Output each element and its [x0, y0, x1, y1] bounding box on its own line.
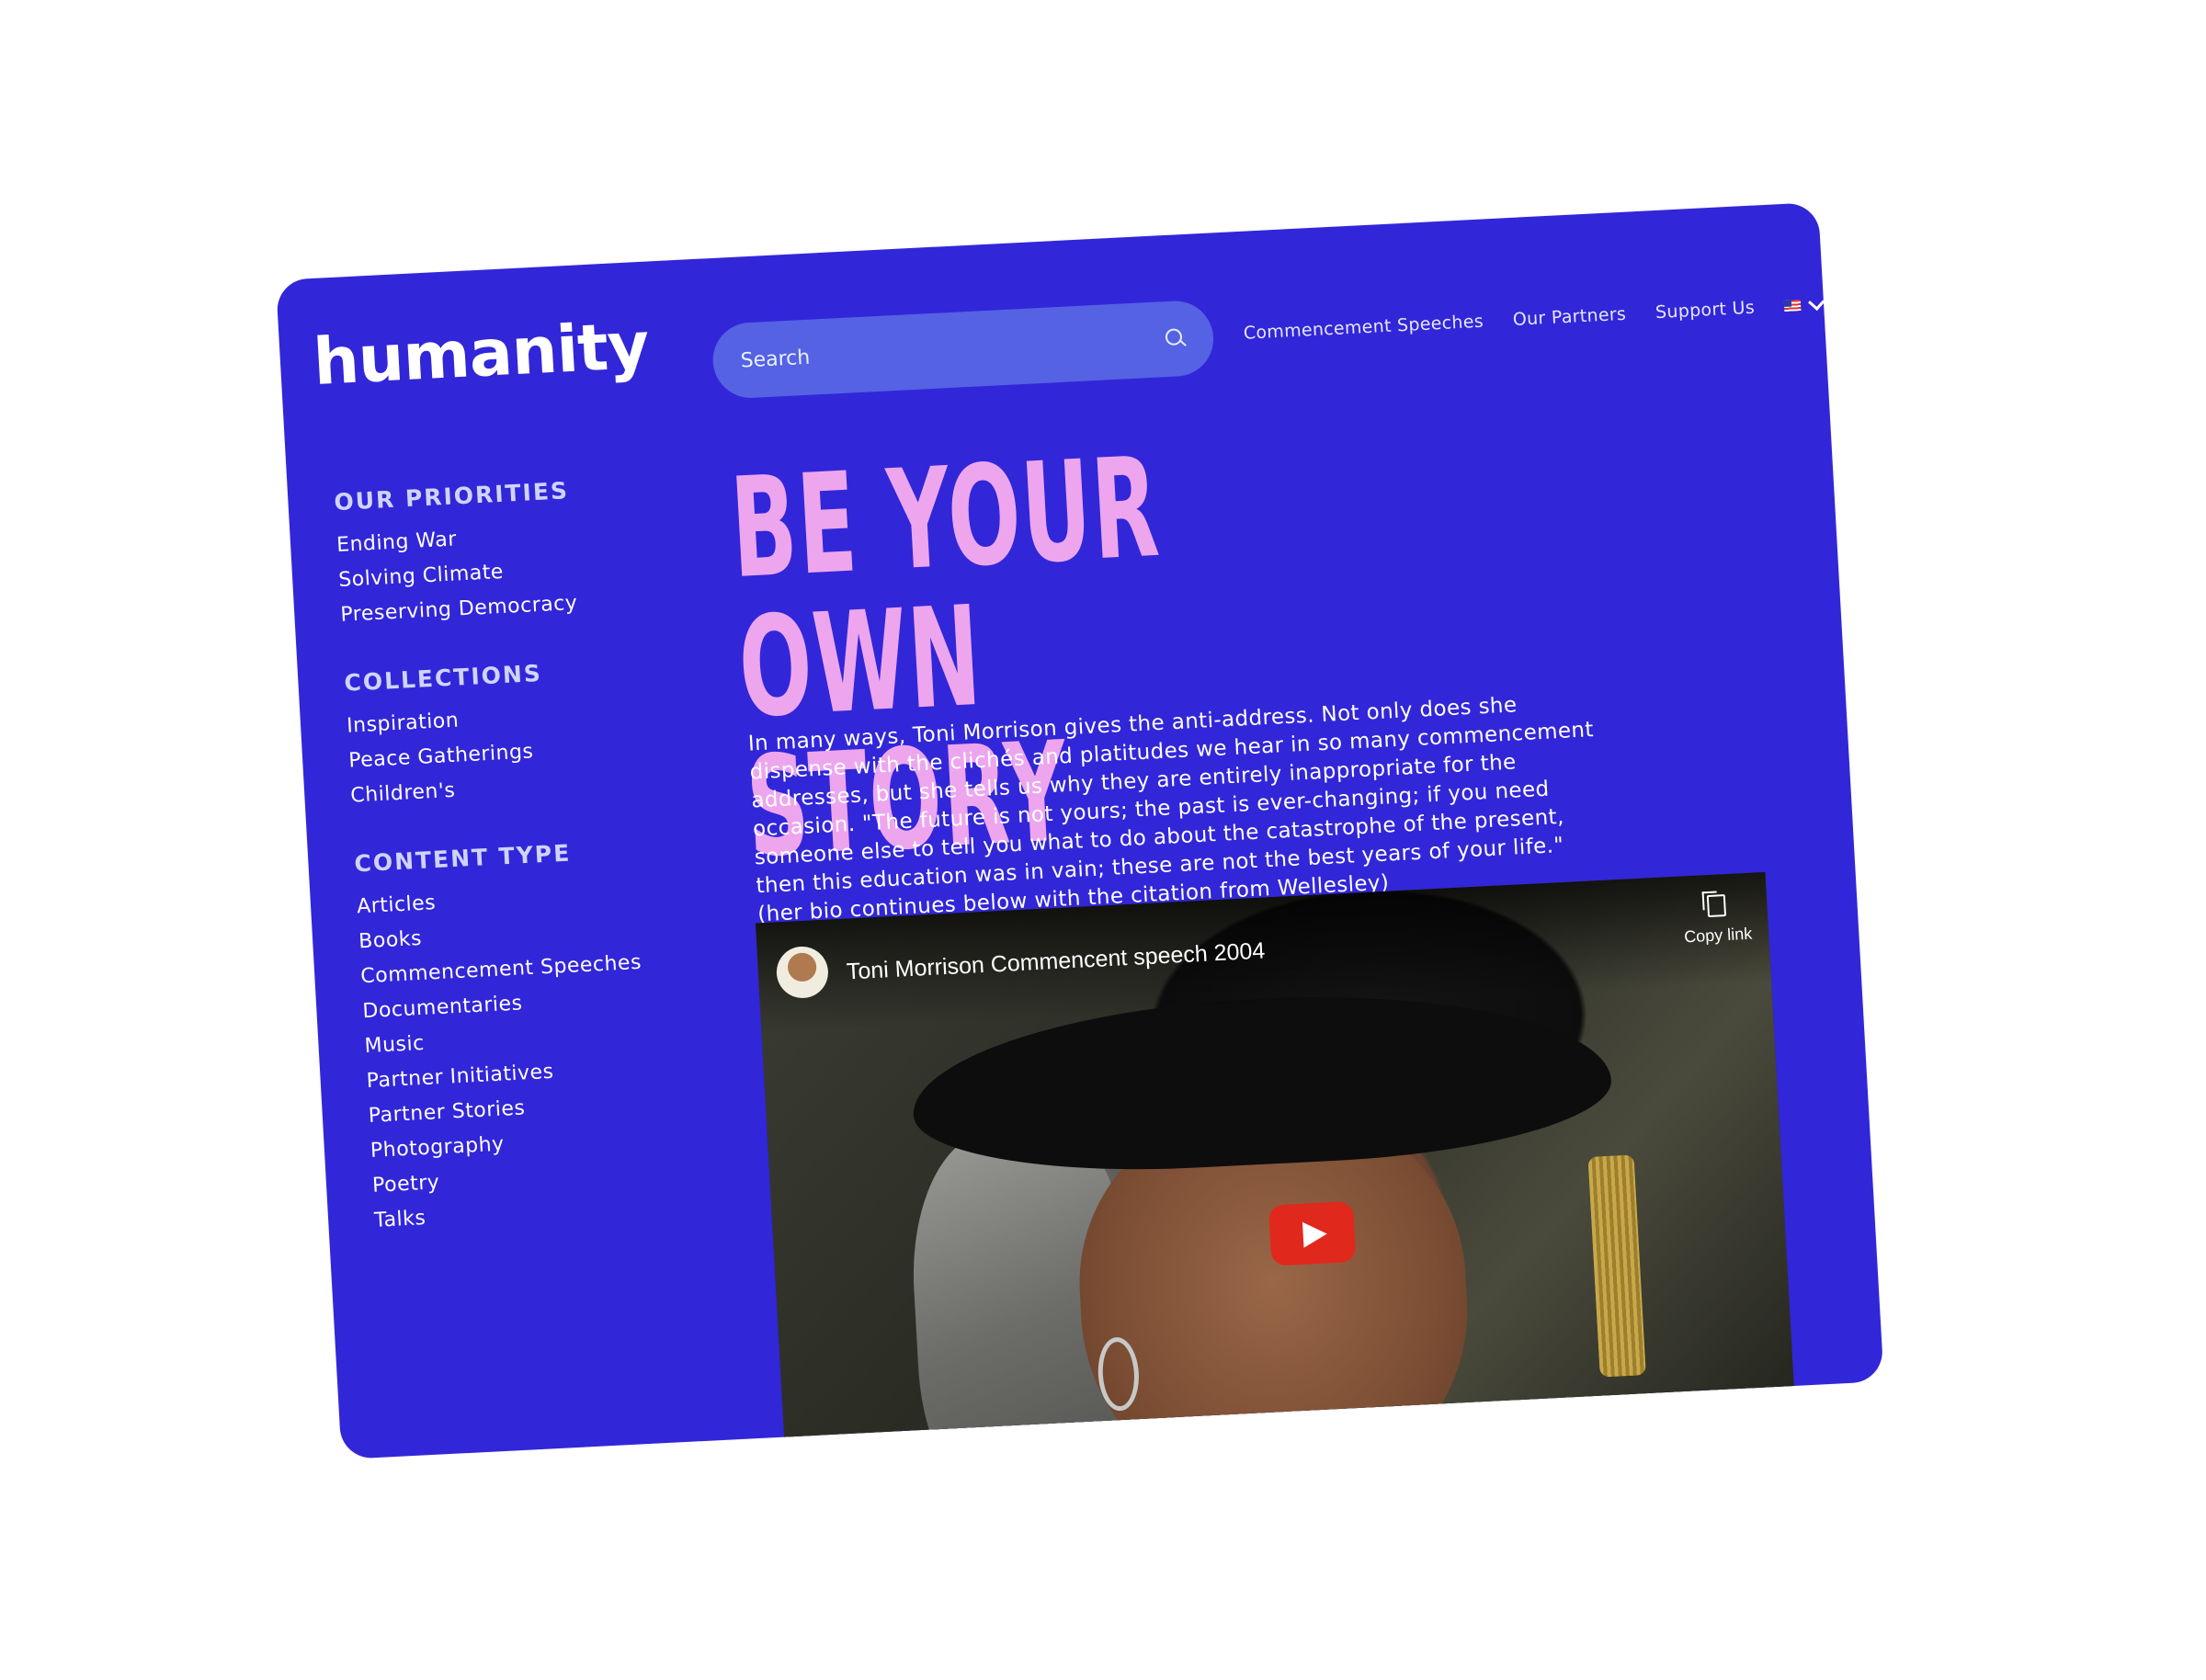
- nav-commencement-speeches[interactable]: Commencement Speeches: [1243, 312, 1484, 344]
- nav-our-partners[interactable]: Our Partners: [1512, 304, 1626, 330]
- copy-link-label: Copy link: [1683, 924, 1753, 947]
- play-icon: [1302, 1220, 1328, 1248]
- section-title-content-type: CONTENT TYPE: [353, 839, 572, 878]
- video-embed[interactable]: Toni Morrison Commencent speech 2004 Cop…: [755, 871, 1799, 1459]
- search-icon[interactable]: [1163, 326, 1188, 351]
- language-selector[interactable]: [1783, 293, 1825, 312]
- section-title-our-priorities: OUR PRIORITIES: [333, 477, 570, 516]
- priorities-list: Ending War Solving Climate Preserving De…: [335, 512, 672, 633]
- search-bar[interactable]: [711, 299, 1216, 400]
- chevron-down-icon: [1807, 293, 1825, 311]
- play-button[interactable]: [1268, 1200, 1357, 1266]
- search-input[interactable]: [711, 326, 1165, 375]
- content-type-list: Articles Books Commencement Speeches Doc…: [356, 873, 706, 1239]
- us-flag-icon: [1783, 300, 1802, 312]
- copy-icon: [1706, 894, 1727, 918]
- device-frame: humanity Commencement Speeches Our Partn…: [276, 202, 1884, 1459]
- top-nav: Commencement Speeches Our Partners Suppo…: [1243, 293, 1825, 344]
- nav-support-us[interactable]: Support Us: [1654, 298, 1755, 323]
- copy-link-button[interactable]: Copy link: [1682, 893, 1753, 948]
- logo[interactable]: humanity: [312, 308, 651, 400]
- section-title-collections: COLLECTIONS: [343, 659, 543, 697]
- page-title-line-1: BE YOUR OWN: [727, 427, 1164, 749]
- collections-list: Inspiration Peace Gatherings Children's: [346, 693, 682, 814]
- sidebar: OUR PRIORITIES Ending War Solving Climat…: [334, 472, 708, 1276]
- stage: humanity Commencement Speeches Our Partn…: [0, 0, 2206, 1680]
